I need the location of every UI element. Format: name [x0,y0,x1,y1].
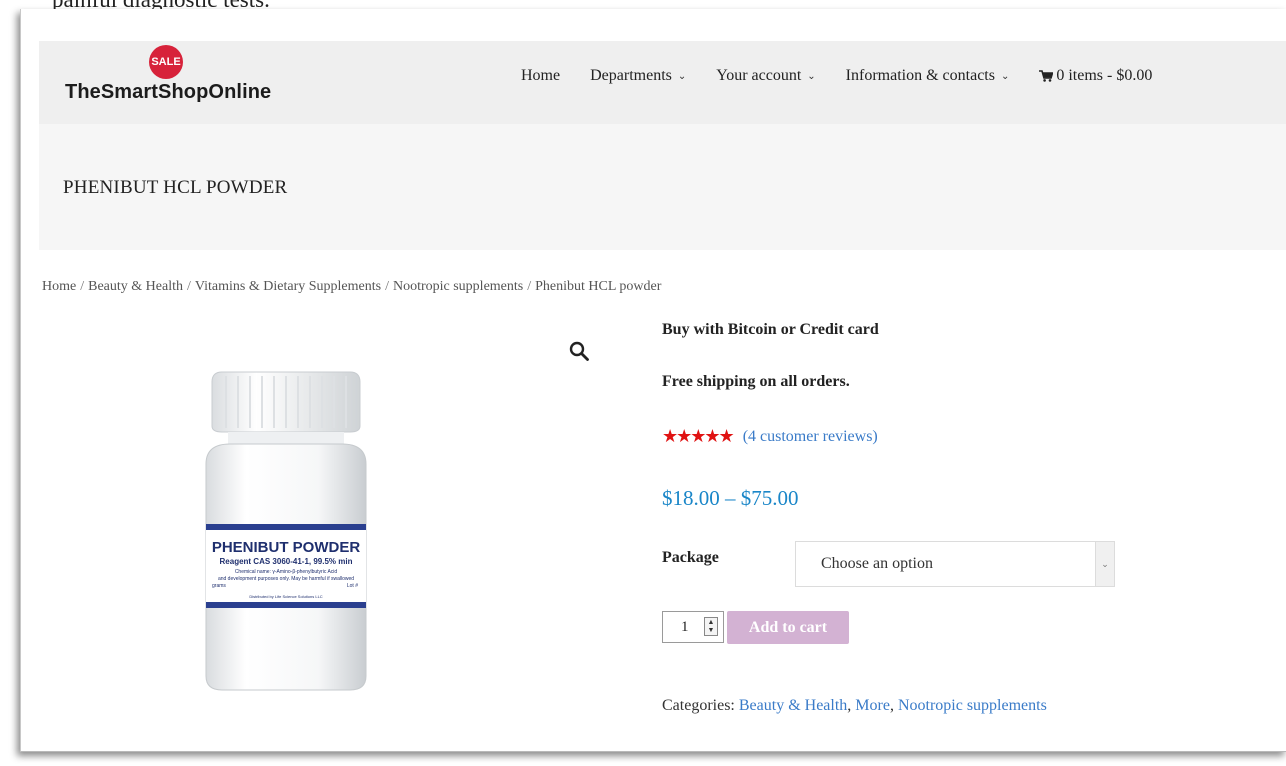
nav-item-your-account[interactable]: Your account ⌄ [716,67,815,85]
chevron-down-icon: ⌄ [1000,70,1010,82]
package-label: Package [662,549,719,566]
breadcrumb: Home / Beauty & Health / Vitamins & Dietary … [42,279,661,295]
label-qty: grams [212,583,226,589]
label-title: PHENIBUT POWDER [212,539,361,556]
cart-summary: 0 items - $0.00 [1056,67,1153,84]
nav-cart[interactable]: 0 items - $0.00 [1039,67,1152,85]
breadcrumb-item-vitamins[interactable]: Vitamins & Dietary Supplements [195,279,381,294]
page-title: PHENIBUT HCL POWDER [63,177,288,198]
price-range: $18.00 – $75.00 [662,486,799,510]
cart-icon [1039,70,1054,82]
site-logo[interactable]: SALE TheSmartShopOnline [65,45,295,120]
label-chem: Chemical name: γ-Amino-β-phenylbutyric A… [235,569,338,575]
label-lot: Lot # [347,583,358,589]
chevron-down-icon: ⌄ [807,70,816,82]
chevron-down-icon: ⌄ [677,70,687,82]
nav-item-label: Home [521,67,561,84]
nav-item-home[interactable]: Home [521,67,560,85]
sale-badge: SALE [149,45,183,79]
label-dev: and development purposes only. May be ha… [218,576,354,582]
breadcrumb-separator: / [80,279,85,294]
category-link-nootropic[interactable]: Nootropic supplements [898,697,1047,714]
category-link-beauty-health[interactable]: Beauty & Health [739,697,847,714]
quantity-value: 1 [681,619,689,635]
main-nav: Home Departments ⌄ Your account ⌄ Inform… [521,67,1152,85]
payment-note: Buy with Bitcoin or Credit card [662,321,879,338]
product-categories: Categories: Beauty & Health, More, Nootr… [662,697,1047,714]
label-distributor: Distributed by Life Science Solutions LL… [249,594,322,599]
breadcrumb-item-home[interactable]: Home [42,279,76,294]
breadcrumb-item-beauty-health[interactable]: Beauty & Health [88,279,183,294]
categories-label: Categories: [662,697,735,714]
reviews-link[interactable]: (4 customer reviews) [743,428,878,446]
add-to-cart-button[interactable]: Add to cart [727,611,849,644]
label-reagent: Reagent CAS 3060-41-1, 99.5% min [220,557,353,566]
site-header: SALE TheSmartShopOnline Home Departments… [39,41,1286,124]
package-select-value: Choose an option [821,555,933,572]
nav-item-label: Departments [590,67,672,84]
nav-item-information-contacts[interactable]: Information & contacts ⌄ [846,67,1010,85]
product-image[interactable]: PHENIBUT POWDER Reagent CAS 3060-41-1, 9… [160,360,420,700]
breadcrumb-separator: / [527,279,532,294]
nav-item-label: Information & contacts [845,67,995,84]
breadcrumb-item-current: Phenibut HCL powder [535,279,662,294]
page-title-band: PHENIBUT HCL POWDER [39,124,1286,250]
nav-item-departments[interactable]: Departments ⌄ [590,67,686,85]
breadcrumb-separator: / [186,279,191,294]
spin-arrows-icon[interactable]: ▲ ▼ [704,617,718,636]
shipping-note: Free shipping on all orders. [662,373,850,390]
breadcrumb-item-nootropic[interactable]: Nootropic supplements [393,279,523,294]
magnifier-icon[interactable] [568,340,590,362]
logo-text: TheSmartShopOnline [65,81,272,103]
nav-item-label: Your account [716,67,802,84]
star-rating-icon: ★★★★★ [662,426,735,446]
chevron-down-icon: ⌄ [1095,542,1114,586]
package-select[interactable]: Choose an option ⌄ [795,541,1115,587]
quantity-stepper[interactable]: 1 ▲ ▼ [662,611,724,643]
category-link-more[interactable]: More [855,697,890,714]
breadcrumb-separator: / [385,279,389,294]
product-rating: ★★★★★ (4 customer reviews) [662,426,878,447]
